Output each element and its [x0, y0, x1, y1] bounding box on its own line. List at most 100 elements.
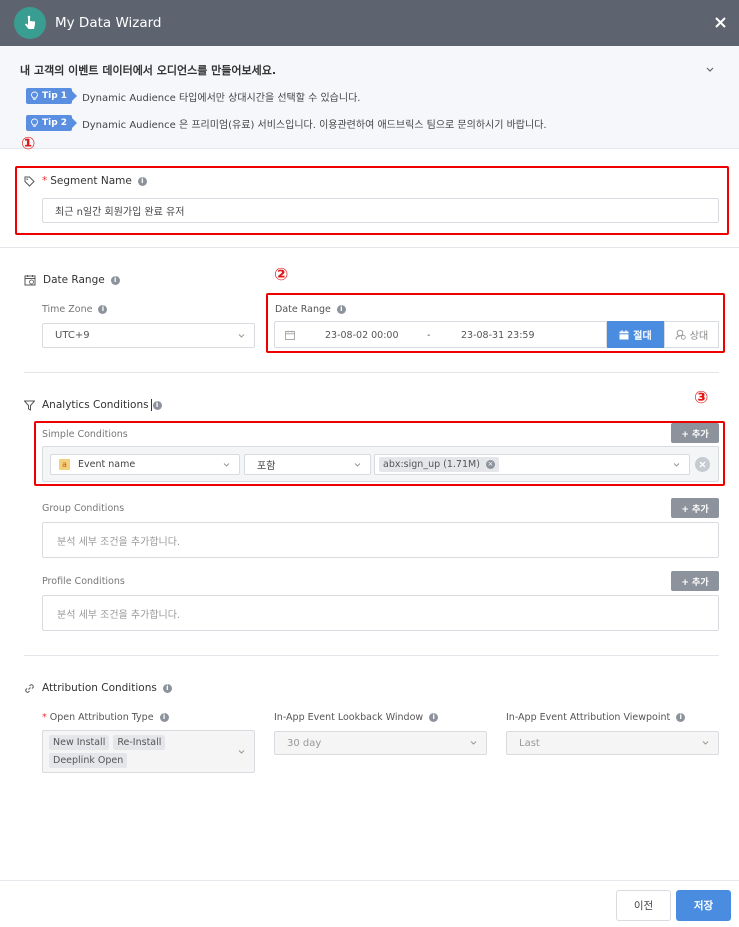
user-clock-icon: [675, 329, 686, 340]
group-conditions-placeholder: 분석 세부 조건을 추가합니다.: [57, 536, 181, 548]
info-icon[interactable]: i: [98, 305, 108, 314]
save-button[interactable]: 저장: [676, 890, 731, 921]
required-mark: *: [42, 712, 47, 723]
annotation-marker-3: ③: [694, 388, 709, 408]
tip-2: Tip 2 Dynamic Audience 은 프리미엄(유료) 서비스입니다…: [26, 115, 547, 131]
time-zone-label-text: Time Zone: [42, 304, 93, 315]
info-icon[interactable]: i: [137, 176, 147, 186]
date-separator: -: [427, 330, 431, 341]
event-type-badge: a: [59, 459, 70, 470]
attribution-viewpoint-select[interactable]: Last: [506, 731, 719, 755]
attribution-viewpoint-label-text: In-App Event Attribution Viewpoint: [506, 712, 671, 723]
open-attribution-tag: New Install: [49, 735, 110, 750]
tip-badge: Tip 2: [26, 115, 78, 131]
info-icon[interactable]: i: [162, 683, 172, 693]
date-end[interactable]: 23-08-31 23:59: [461, 330, 535, 341]
attribution-conditions-text: Attribution Conditions: [42, 682, 157, 694]
date-range-section-label: Date Range i: [24, 274, 120, 286]
relative-date-button[interactable]: 상대: [664, 321, 719, 348]
tag-icon: [24, 176, 35, 187]
simple-condition-row: a Event name 포함 abx:sign_up (1.71M) ×: [42, 446, 719, 482]
profile-conditions-box[interactable]: 분석 세부 조건을 추가합니다.: [42, 595, 719, 631]
date-start[interactable]: 23-08-02 00:00: [325, 330, 399, 341]
calendar-clock-icon: [24, 274, 36, 286]
event-field-value: Event name: [78, 459, 136, 470]
segment-name-label: * Segment Name i: [24, 175, 147, 187]
divider: [0, 247, 739, 248]
tip-badge-label: Tip 1: [42, 91, 68, 101]
lookback-window-label-text: In-App Event Lookback Window: [274, 712, 424, 723]
chevron-down-icon: [354, 462, 361, 467]
info-icon[interactable]: i: [152, 400, 162, 410]
dialog-title: My Data Wizard: [55, 15, 162, 31]
attribution-viewpoint-label: In-App Event Attribution Viewpoint i: [506, 712, 686, 723]
close-icon[interactable]: [710, 12, 730, 32]
open-attribution-label-text: Open Attribution Type: [49, 712, 154, 723]
dialog-footer: 이전 저장: [0, 880, 739, 927]
calendar-icon: [285, 330, 295, 340]
dialog-header: My Data Wizard: [0, 0, 739, 46]
app-logo-icon: [14, 7, 46, 39]
collapse-chevron-icon[interactable]: [705, 64, 715, 74]
time-zone-select[interactable]: UTC+9: [42, 323, 255, 348]
remove-condition-icon[interactable]: [695, 457, 710, 472]
date-range-label: Date Range i: [275, 304, 346, 315]
chevron-down-icon: [470, 741, 477, 745]
open-attribution-select[interactable]: New Install Re-Install Deeplink Open: [42, 730, 255, 773]
simple-conditions-label: Simple Conditions: [42, 429, 128, 440]
time-zone-label: Time Zone i: [42, 304, 108, 315]
open-attribution-tag: Re-Install: [113, 735, 166, 750]
text-cursor: [150, 399, 152, 411]
value-tag-label: abx:sign_up (1.71M): [383, 459, 480, 470]
attribution-conditions-label: Attribution Conditions i: [24, 682, 172, 694]
group-conditions-box[interactable]: 분석 세부 조건을 추가합니다.: [42, 522, 719, 558]
filter-icon: [24, 400, 35, 411]
add-profile-condition-button[interactable]: + 추가: [671, 571, 719, 591]
open-attribution-tag: Deeplink Open: [49, 753, 128, 768]
remove-tag-icon[interactable]: ×: [485, 460, 495, 469]
lookback-window-label: In-App Event Lookback Window i: [274, 712, 439, 723]
info-icon[interactable]: i: [110, 275, 120, 285]
open-attribution-label: * Open Attribution Type i: [42, 712, 169, 723]
chevron-down-icon: [238, 749, 245, 754]
info-icon[interactable]: i: [429, 713, 439, 722]
tip-badge: Tip 1: [26, 88, 78, 104]
event-field-select[interactable]: a Event name: [50, 454, 240, 475]
profile-conditions-placeholder: 분석 세부 조건을 추가합니다.: [57, 609, 181, 621]
divider: [24, 372, 719, 373]
info-icon[interactable]: i: [676, 713, 686, 722]
segment-name-input[interactable]: 최근 n일간 회원가입 완료 유저: [42, 198, 719, 223]
tip-text: Dynamic Audience 은 프리미엄(유료) 서비스입니다. 이용관련…: [82, 119, 547, 131]
info-icon[interactable]: i: [336, 305, 346, 314]
operator-select[interactable]: 포함: [244, 454, 371, 475]
chevron-down-icon: [238, 333, 245, 338]
absolute-date-button[interactable]: 절대: [607, 321, 664, 348]
date-range-picker[interactable]: 23-08-02 00:00 - 23-08-31 23:59: [274, 321, 607, 348]
divider: [24, 655, 719, 656]
segment-name-text: Segment Name: [50, 175, 132, 187]
lookback-window-select[interactable]: 30 day: [274, 731, 487, 755]
intro-title: 내 고객의 이벤트 데이터에서 오디언스를 만들어보세요.: [20, 64, 277, 77]
operator-value: 포함: [257, 461, 276, 472]
chevron-down-icon: [673, 462, 680, 467]
previous-button[interactable]: 이전: [616, 890, 671, 921]
calendar-icon: [619, 329, 629, 339]
link-icon: [24, 683, 35, 694]
lightbulb-icon: [31, 118, 38, 127]
group-conditions-label: Group Conditions: [42, 503, 125, 514]
time-zone-value: UTC+9: [55, 330, 90, 341]
add-simple-condition-button[interactable]: + 추가: [671, 423, 719, 443]
lookback-window-value: 30 day: [287, 737, 322, 749]
attribution-viewpoint-value: Last: [519, 737, 540, 749]
analytics-conditions-label: Analytics Conditions i: [24, 399, 162, 411]
tip-1: Tip 1 Dynamic Audience 타입에서만 상대시간을 선택할 수…: [26, 88, 360, 104]
value-tag[interactable]: abx:sign_up (1.71M) ×: [379, 457, 499, 472]
analytics-conditions-text: Analytics Conditions: [42, 399, 149, 411]
chevron-down-icon: [702, 741, 709, 745]
date-range-section-text: Date Range: [43, 274, 105, 286]
add-group-condition-button[interactable]: + 추가: [671, 498, 719, 518]
info-icon[interactable]: i: [159, 713, 169, 722]
segment-name-value: 최근 n일간 회원가입 완료 유저: [55, 207, 185, 218]
chevron-down-icon: [223, 462, 230, 467]
condition-value-select[interactable]: abx:sign_up (1.71M) ×: [374, 454, 690, 475]
